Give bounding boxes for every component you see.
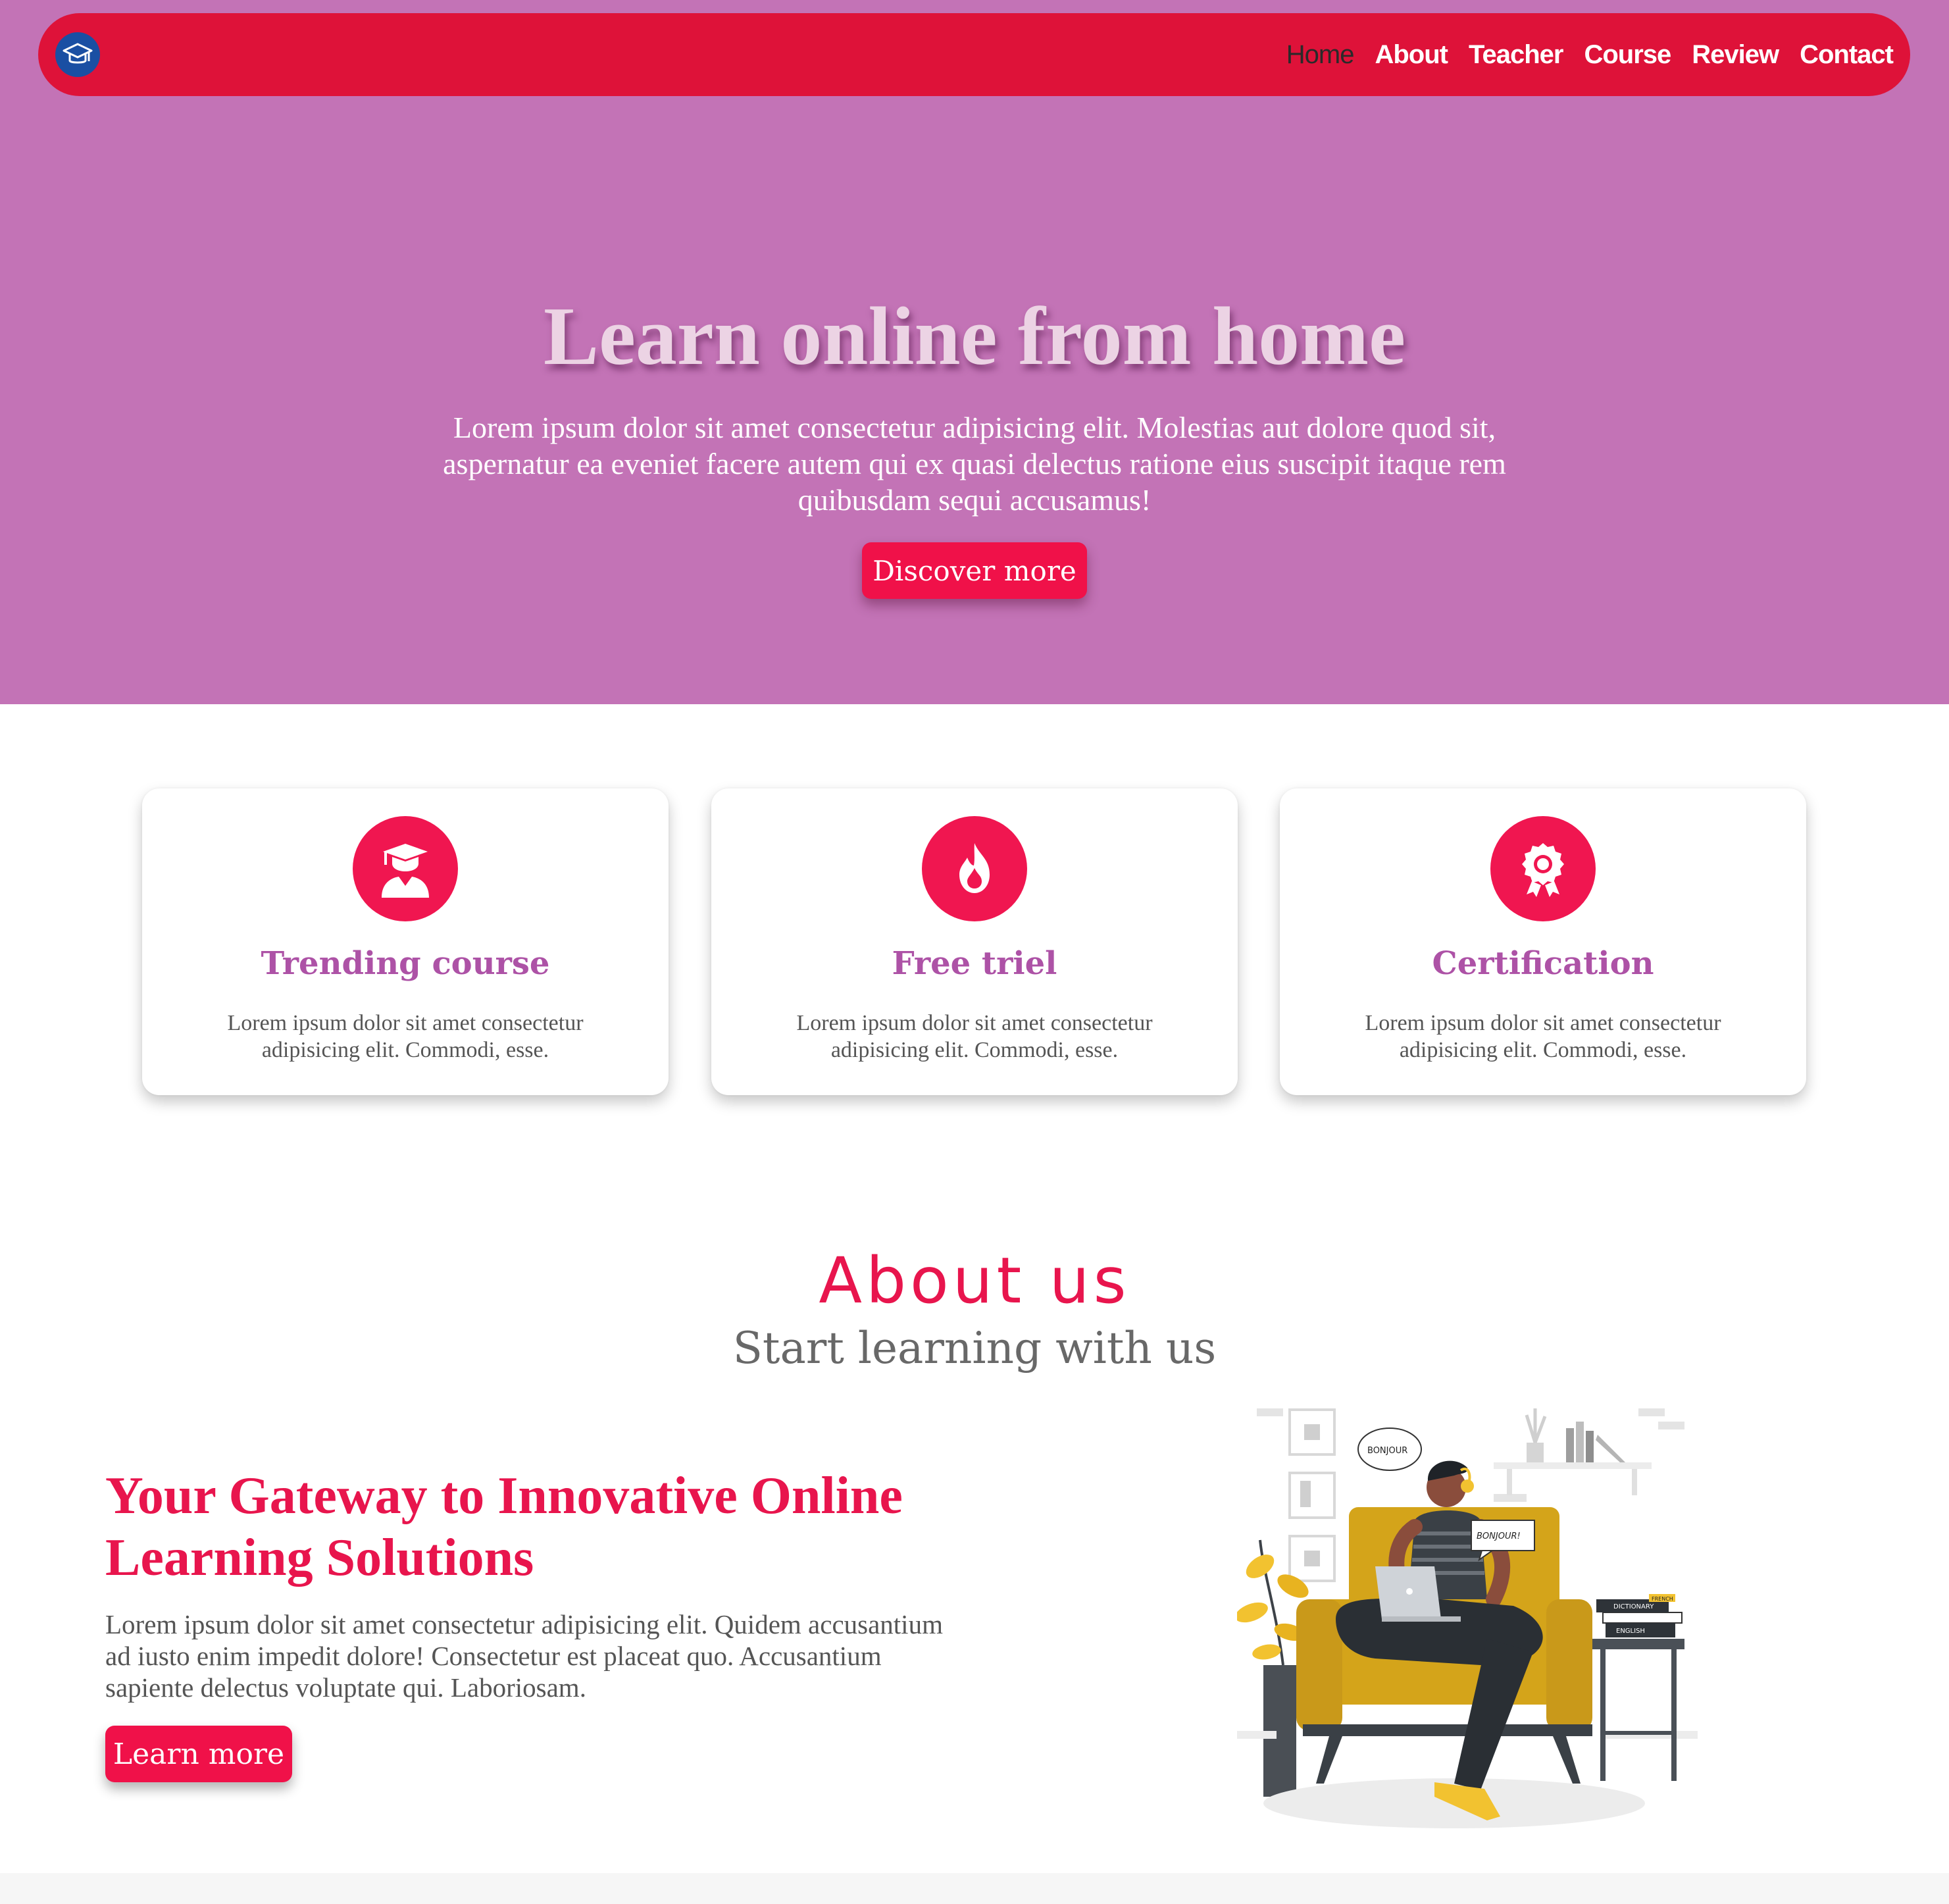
footer-strip — [0, 1873, 1949, 1904]
nav-home[interactable]: Home — [1286, 40, 1355, 70]
card-text: Lorem ipsum dolor sit amet consectetur a… — [796, 1011, 1153, 1062]
about-text: Lorem ipsum dolor sit amet consectetur a… — [105, 1609, 943, 1703]
student-laptop-illustration: FRENCH DICTIONARY ENGLISH BONJOUR BONJOU… — [1237, 1408, 1698, 1828]
book-label: ENGLISH — [1616, 1628, 1645, 1635]
card-title: Trending course — [261, 945, 550, 982]
book-label: FRENCH — [1652, 1596, 1673, 1602]
nav-about[interactable]: About — [1375, 40, 1448, 70]
feature-card-certification: Certification Lorem ipsum dolor sit amet… — [1280, 788, 1806, 1095]
about-heading: About us — [819, 1244, 1130, 1318]
nav-contact[interactable]: Contact — [1800, 40, 1894, 70]
feature-card-free-trial: Free triel Lorem ipsum dolor sit amet co… — [711, 788, 1238, 1095]
award-icon — [1490, 816, 1596, 921]
nav-teacher[interactable]: Teacher — [1469, 40, 1563, 70]
speech-bubble-text: BONJOUR — [1367, 1446, 1407, 1456]
graduate-icon — [353, 816, 458, 921]
discover-more-button[interactable]: Discover more — [862, 542, 1087, 599]
hero-section: Home About Teacher Course Review Contact… — [0, 0, 1949, 704]
about-subheading: Start learning with us — [732, 1323, 1217, 1374]
feature-card-trending: Trending course Lorem ipsum dolor sit am… — [142, 788, 669, 1095]
nav-links: Home About Teacher Course Review Contact — [1286, 13, 1894, 96]
learn-more-button[interactable]: Learn more — [105, 1726, 292, 1782]
nav-course[interactable]: Course — [1584, 40, 1671, 70]
fire-icon — [922, 816, 1027, 921]
book-label: DICTIONARY — [1613, 1603, 1654, 1610]
hero-text: Lorem ipsum dolor sit amet consectetur a… — [443, 411, 1506, 517]
speech-bubble-text: BONJOUR! — [1477, 1531, 1521, 1541]
gateway-title: Your Gateway to Innovative Online Learni… — [105, 1467, 903, 1587]
card-text: Lorem ipsum dolor sit amet consectetur a… — [227, 1011, 584, 1062]
card-title: Free triel — [892, 945, 1057, 982]
card-title: Certification — [1432, 945, 1654, 982]
hero-title: Learn online from home — [543, 291, 1406, 382]
navbar: Home About Teacher Course Review Contact — [38, 13, 1910, 96]
graduation-cap-logo-icon[interactable] — [55, 32, 100, 77]
nav-review[interactable]: Review — [1692, 40, 1779, 70]
card-text: Lorem ipsum dolor sit amet consectetur a… — [1365, 1011, 1721, 1062]
